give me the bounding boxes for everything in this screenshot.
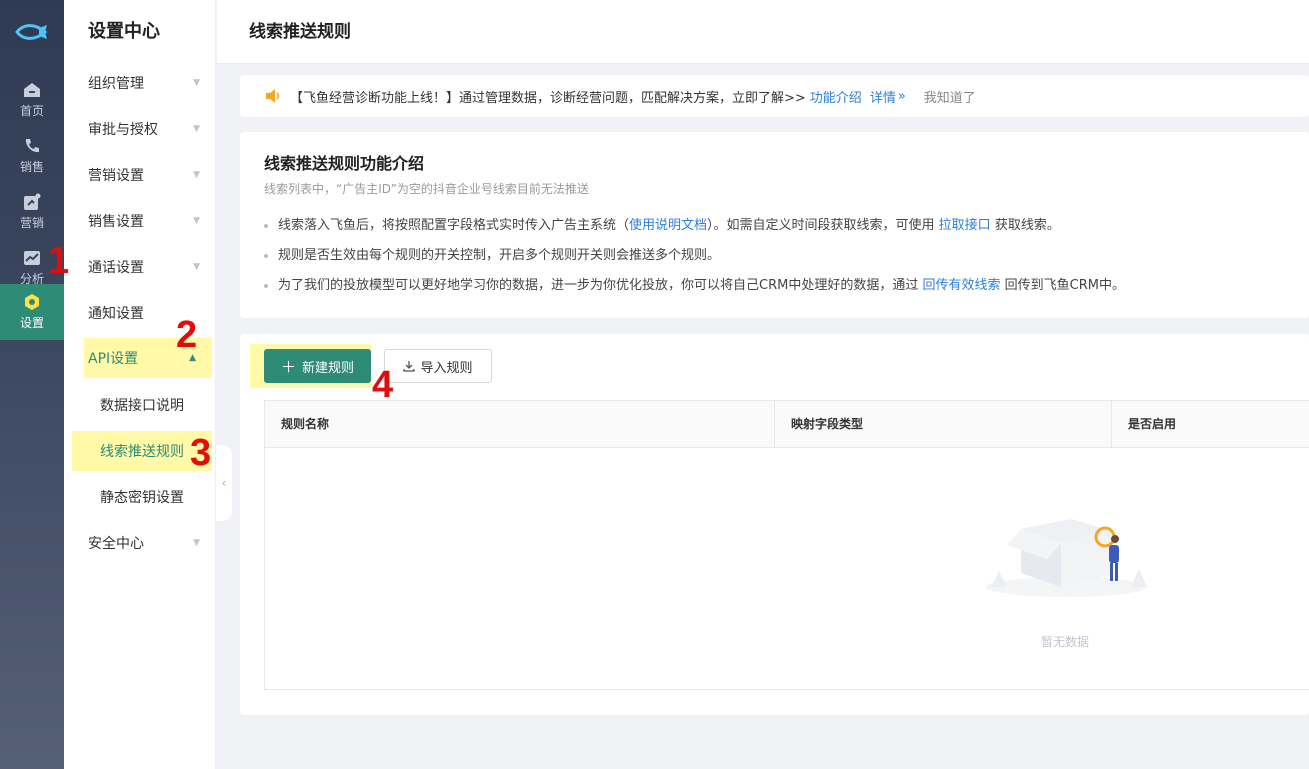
intro-bullet: 为了我们的投放模型可以更好地学习你的数据，进一步为你优化投放，你可以将自己CRM… [264,274,1125,293]
import-rule-button[interactable]: 导入规则 [384,349,492,383]
menu-item-label: 销售设置 [88,214,144,230]
fish-logo-icon[interactable] [0,0,64,64]
rail-item-marketing[interactable]: 营销 [0,184,64,240]
bullet-text: 规则是否生效由每个规则的开关控制，开启多个规则开关则会推送多个规则。 [278,248,721,263]
annotation-number-4: 4 [372,364,394,406]
intro-title: 线索推送规则功能介绍 [264,154,425,173]
usage-doc-link[interactable]: 使用说明文档 [629,218,707,233]
chevron-down-icon: ▼ [193,262,200,272]
rail-label: 营销 [19,216,44,230]
empty-state-text: 暂无数据 [1041,635,1090,649]
menu-item-label: 通知设置 [88,306,144,322]
rail-label: 首页 [19,104,44,118]
nav-rail: 首页 销售 营销 分析 设置 [0,0,64,769]
menu-item-data-interface[interactable]: 数据接口说明 [64,382,216,428]
details-arrow-icon: » [897,88,906,104]
details-link[interactable]: 详情 [870,87,896,106]
intro-subtitle: 线索列表中，“广告主ID”为空的抖音企业号线索目前无法推送 [264,182,589,196]
bullet-text: 获取线索。 [990,218,1060,233]
feature-intro-link[interactable]: 功能介绍 [810,87,862,106]
menu-item-label: 审批与授权 [88,122,158,138]
rules-table: 规则名称 映射字段类型 是否启用 暂无数据 [264,400,1309,690]
chart-icon [22,249,42,267]
menu-item-label: 线索推送规则 [100,444,184,460]
menu-item-org[interactable]: 组织管理 ▼ [64,60,216,106]
chevron-down-icon: ▼ [193,216,200,226]
rail-label: 销售 [19,160,44,174]
bullet-text: ）。如需自定义时间段获取线索，可使用 [707,218,939,233]
bullet-text: 回传到飞鱼CRM中。 [1000,278,1125,293]
home-icon [22,81,42,99]
marketing-icon [22,193,42,211]
rail-label: 设置 [19,316,44,330]
menu-title: 设置中心 [88,21,160,42]
dismiss-notice-button[interactable]: 我知道了 [924,87,976,106]
intro-bullet: 线索落入飞鱼后，将按照配置字段格式实时传入广告主系统（使用说明文档）。如需自定义… [264,214,1060,233]
menu-item-marketing[interactable]: 营销设置 ▼ [64,152,216,198]
chevron-down-icon: ▼ [193,78,200,88]
menu-item-static-key[interactable]: 静态密钥设置 [64,474,216,520]
bullet-dot [264,253,268,258]
bullet-dot [264,223,268,228]
rail-item-settings[interactable]: 设置 [0,284,64,340]
download-icon [403,360,416,372]
table-header: 规则名称 映射字段类型 是否启用 [265,401,1309,448]
intro-bullet: 规则是否生效由每个规则的开关控制，开启多个规则开关则会推送多个规则。 [264,244,720,263]
phone-icon [22,137,42,155]
chevron-down-icon: ▼ [193,538,200,548]
plus-icon: ＋ [280,357,296,376]
rail-item-home[interactable]: 首页 [0,72,64,128]
chevron-down-icon: ▼ [193,124,200,134]
bullet-dot [264,283,268,288]
annotation-number-2: 2 [176,314,198,356]
menu-item-label: API设置 [88,351,139,367]
rail-item-sales[interactable]: 销售 [0,128,64,184]
menu-item-call[interactable]: 通话设置 ▼ [64,244,216,290]
import-rule-label: 导入规则 [420,360,473,376]
new-rule-label: 新建规则 [302,360,355,376]
speaker-icon [264,88,282,104]
chevron-left-icon: ‹ [221,476,227,490]
bullet-text: 线索落入飞鱼后，将按照配置字段格式实时传入广告主系统（ [278,218,630,233]
menu-item-security[interactable]: 安全中心 ▼ [64,520,216,566]
empty-box-illustration [981,501,1151,615]
menu-item-label: 静态密钥设置 [100,490,184,506]
settings-menu: 设置中心 组织管理 ▼ 审批与授权 ▼ 营销设置 ▼ 销售设置 ▼ 通话设置 ▼ 通知设置… [64,0,216,769]
menu-item-sales[interactable]: 销售设置 ▼ [64,198,216,244]
menu-item-approval[interactable]: 审批与授权 ▼ [64,106,216,152]
menu-item-label: 通话设置 [88,260,144,276]
column-header-mapping-type: 映射字段类型 [774,401,1111,448]
annotation-number-1: 1 [48,240,70,282]
notice-bar: 【飞鱼经营诊断功能上线！】通过管理数据，诊断经营问题，匹配解决方案，立即了解>>… [240,75,1309,117]
menu-item-label: 营销设置 [88,168,144,184]
collapse-menu-button[interactable]: ‹ [216,445,232,521]
chevron-down-icon: ▼ [193,170,200,180]
notice-text: 【飞鱼经营诊断功能上线！】通过管理数据，诊断经营问题，匹配解决方案，立即了解>> [290,90,806,106]
new-rule-button[interactable]: ＋ 新建规则 [264,349,371,383]
page-header: 线索推送规则 [217,0,1309,64]
return-valid-leads-link[interactable]: 回传有效线索 [922,278,1000,293]
menu-item-label: 组织管理 [88,76,144,92]
pull-api-link[interactable]: 拉取接口 [939,218,991,233]
menu-item-label: 数据接口说明 [100,398,184,414]
annotation-number-3: 3 [190,432,212,474]
menu-item-label: 安全中心 [88,536,144,552]
page-title: 线索推送规则 [249,22,351,42]
column-header-enabled: 是否启用 [1111,401,1309,448]
column-header-rule-name: 规则名称 [281,417,330,431]
settings-icon [22,293,42,311]
intro-card: 线索推送规则功能介绍 线索列表中，“广告主ID”为空的抖音企业号线索目前无法推送… [240,132,1309,318]
bullet-text: 为了我们的投放模型可以更好地学习你的数据，进一步为你优化投放，你可以将自己CRM… [278,278,923,293]
